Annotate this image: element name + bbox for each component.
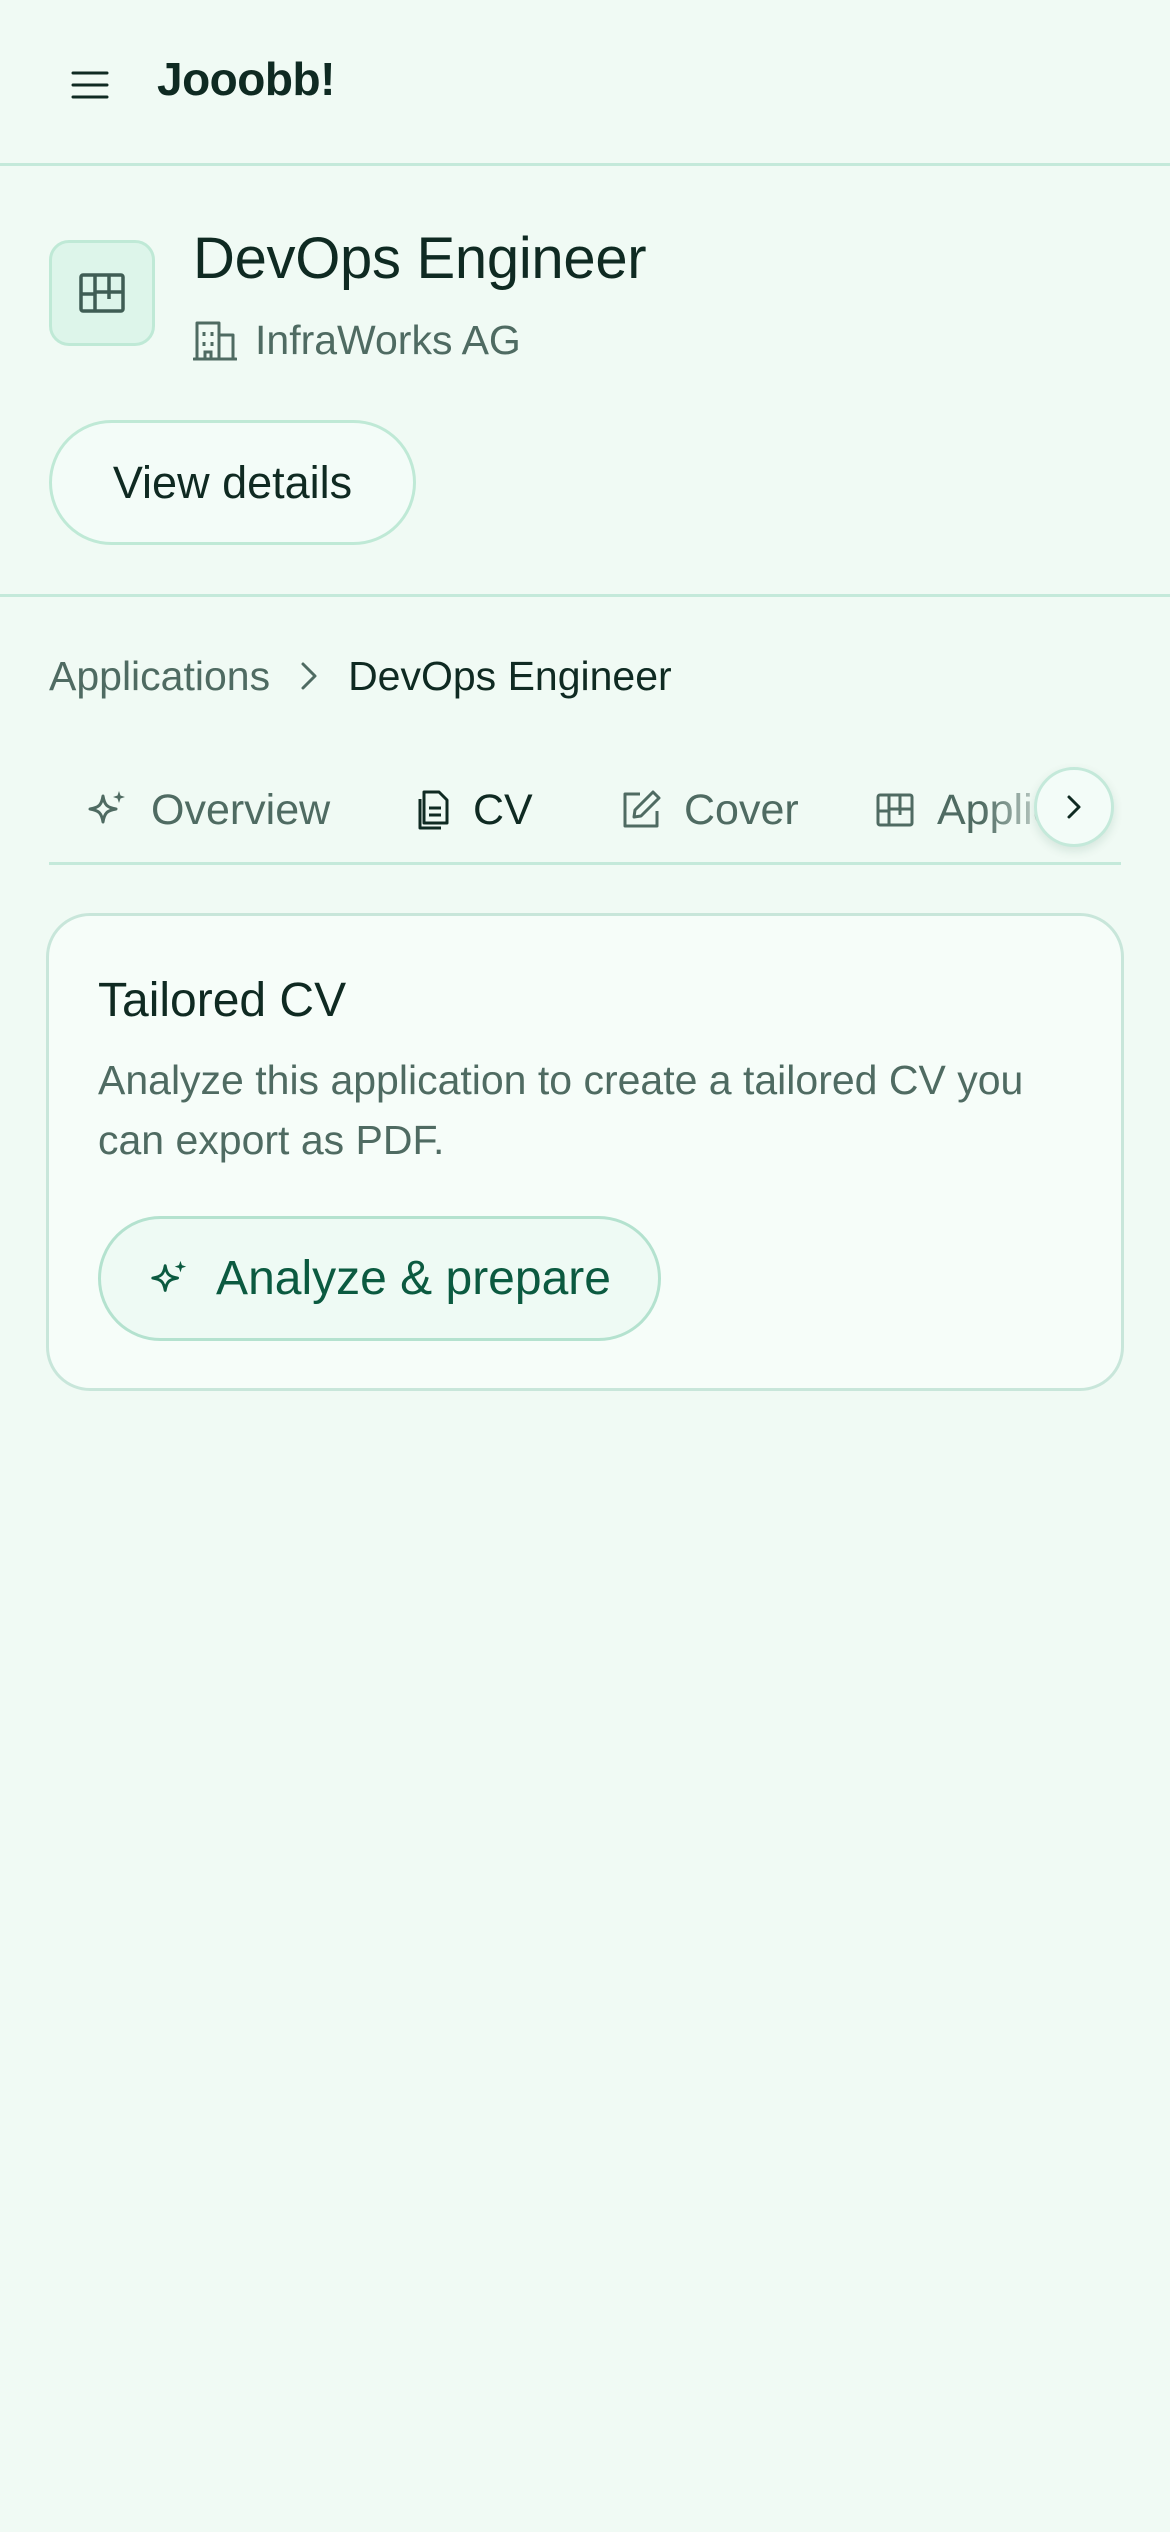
tab-overview[interactable]: Overview xyxy=(85,755,331,862)
tailored-cv-card: Tailored CV Analyze this application to … xyxy=(46,913,1124,1391)
tab-cover[interactable]: Cover xyxy=(620,755,799,862)
analyze-prepare-label: Analyze & prepare xyxy=(216,1252,611,1305)
breadcrumb-current: DevOps Engineer xyxy=(348,652,672,699)
tab-cv[interactable]: CV xyxy=(375,755,569,862)
job-header: DevOps Engineer InfraWorks AG View detai… xyxy=(0,169,1170,597)
card-description: Analyze this application to create a tai… xyxy=(98,1057,1024,1163)
chevron-right-icon xyxy=(300,661,318,691)
breadcrumb-applications-link[interactable]: Applications xyxy=(49,653,270,700)
job-title: DevOps Engineer xyxy=(193,226,647,291)
document-icon xyxy=(415,789,451,831)
card-title: Tailored CV xyxy=(98,974,347,1027)
hamburger-menu-icon xyxy=(71,70,109,100)
sparkle-icon xyxy=(148,1258,190,1300)
company-name: InfraWorks AG xyxy=(255,316,521,363)
tab-bar: Overview CV Cover xyxy=(49,755,1121,865)
building-icon xyxy=(193,319,237,361)
chevron-right-icon xyxy=(1066,794,1082,820)
tab-overview-label: Overview xyxy=(151,785,331,834)
sparkle-icon xyxy=(85,788,129,832)
tabs-scroll-next-button[interactable] xyxy=(1034,767,1114,847)
tab-cover-label: Cover xyxy=(684,785,799,834)
top-app-bar: Jooobb! xyxy=(0,0,1170,166)
job-icon-tile xyxy=(49,240,155,346)
kanban-board-icon xyxy=(78,272,126,314)
view-details-button[interactable]: View details xyxy=(49,420,416,545)
breadcrumb: Applications DevOps Engineer xyxy=(49,646,672,706)
analyze-prepare-button[interactable]: Analyze & prepare xyxy=(98,1216,661,1341)
kanban-board-icon xyxy=(875,792,915,828)
tab-cv-label: CV xyxy=(473,785,533,834)
brand-logo-text[interactable]: Jooobb! xyxy=(157,52,335,106)
edit-square-icon xyxy=(620,789,662,831)
menu-button[interactable] xyxy=(60,55,120,115)
company-row: InfraWorks AG xyxy=(193,315,521,365)
